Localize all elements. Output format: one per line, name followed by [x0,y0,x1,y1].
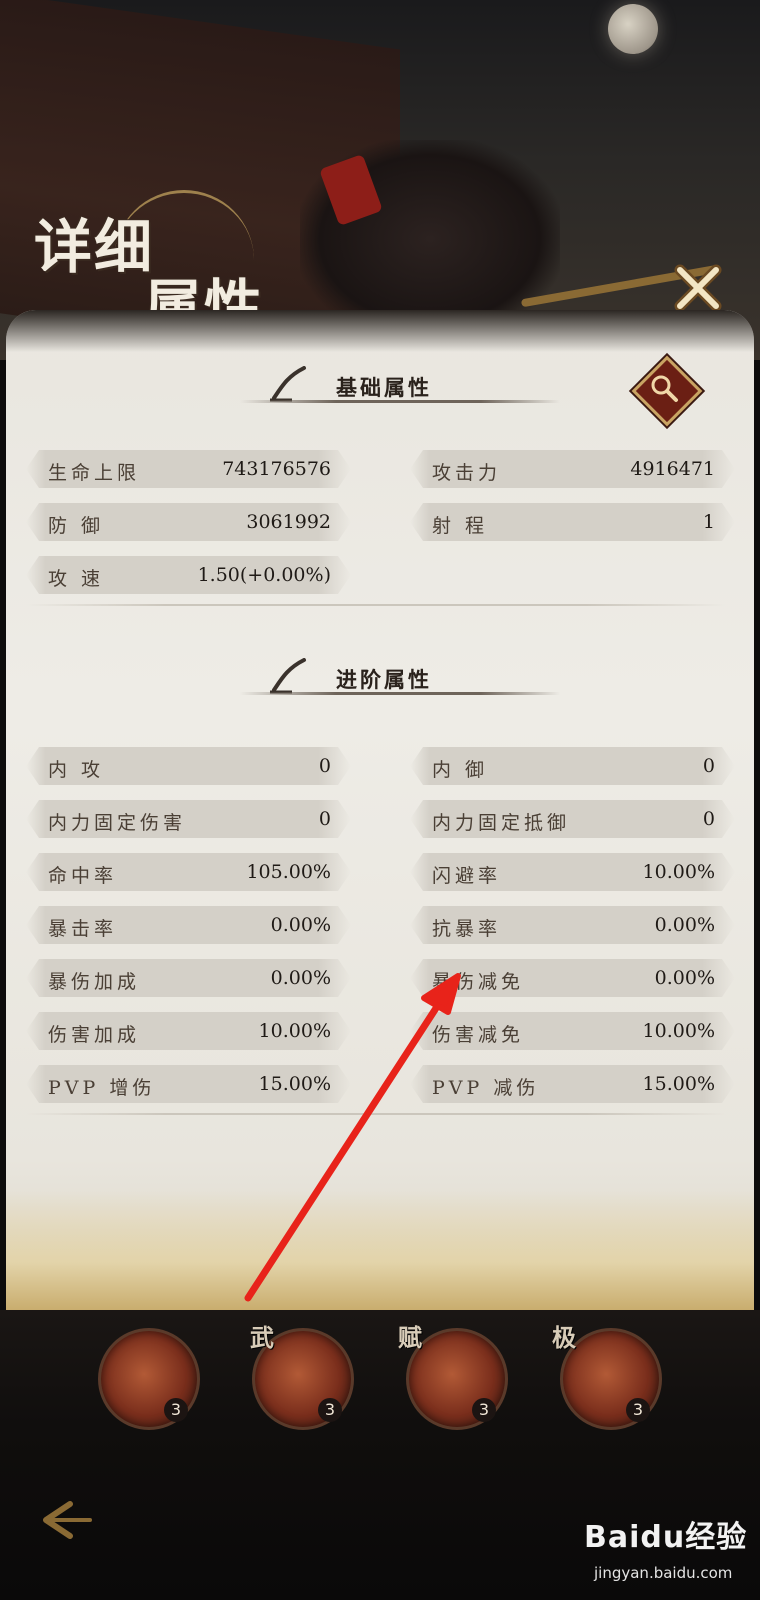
stat-value: 1 [702,511,715,533]
baidu-watermark: Baidu经验 jingyan.baidu.com [580,1508,760,1598]
stat-value: 0 [702,808,715,830]
search-icon [651,375,678,402]
stat-damage-reduction: 伤害减免 10.00% [410,1012,735,1050]
skill-level-badge: 3 [318,1398,342,1422]
stat-internal-defense: 内 御 0 [410,747,735,785]
watermark-brand: Baidu经验 [584,1520,748,1555]
stat-name: 内力固定抵御 [432,812,571,834]
stat-range: 射 程 1 [410,503,735,541]
brush-icon [270,366,306,402]
header-underline [240,400,560,403]
close-button[interactable] [668,258,728,318]
basic-attributes-title: 基础属性 [336,375,432,400]
watermark-site: jingyan.baidu.com [594,1564,733,1582]
stat-value: 10.00% [258,1020,331,1042]
panel-bottom-ornament [6,1190,754,1310]
stat-value: 0.00% [654,914,715,936]
stat-name: 命中率 [48,865,118,887]
stat-value: 743176576 [222,458,331,480]
page-title-line1: 详细 [34,213,155,281]
skill-tag: 极 [552,1323,576,1352]
stat-name: 内力固定伤害 [48,812,187,834]
stat-name: PVP 减伤 [432,1077,540,1099]
stat-value: 0.00% [654,967,715,989]
stat-value: 0.00% [270,914,331,936]
stat-max-hp: 生命上限 743176576 [26,450,351,488]
moon-icon [608,4,658,54]
stat-name: 暴伤减免 [432,971,525,993]
stat-damage-bonus: 伤害加成 10.00% [26,1012,351,1050]
brush-icon [270,658,306,694]
stat-hit-rate: 命中率 105.00% [26,853,351,891]
stat-name: 闪避率 [432,865,502,887]
stat-name: 伤害加成 [48,1024,141,1046]
stat-defense: 防 御 3061992 [26,503,351,541]
stat-crit-resist: 抗暴率 0.00% [410,906,735,944]
stat-value: 3061992 [246,511,331,533]
stat-name: PVP 增伤 [48,1077,156,1099]
section-divider [26,604,726,606]
stat-value: 4916471 [630,458,715,480]
stat-internal-fixed-resist: 内力固定抵御 0 [410,800,735,838]
stat-name: 暴击率 [48,918,118,940]
back-arrow-icon[interactable] [34,1498,94,1542]
section-divider [26,1113,726,1115]
panel-top-border [6,310,754,352]
stat-name: 暴伤加成 [48,971,141,993]
search-button[interactable] [631,355,703,427]
stat-internal-attack: 内 攻 0 [26,747,351,785]
stat-name: 攻击力 [432,462,502,484]
stat-name: 生命上限 [48,462,141,484]
advanced-attributes-title: 进阶属性 [336,667,432,692]
skill-level-badge: 3 [626,1398,650,1422]
stat-value: 0 [318,808,331,830]
stat-value: 0 [318,755,331,777]
stat-internal-fixed-damage: 内力固定伤害 0 [26,800,351,838]
stat-crit-damage-reduction: 暴伤减免 0.00% [410,959,735,997]
stat-attack-speed: 攻 速 1.50(+0.00%) [26,556,351,594]
stat-value: 1.50(+0.00%) [197,564,331,586]
stat-value: 0 [702,755,715,777]
stat-attack: 攻击力 4916471 [410,450,735,488]
stat-name: 伤害减免 [432,1024,525,1046]
stat-pvp-damage-reduction: PVP 减伤 15.00% [410,1065,735,1103]
skill-level-badge: 3 [164,1398,188,1422]
header-underline [240,692,560,695]
skill-tag: 武 [250,1323,274,1352]
stat-value: 15.00% [642,1073,715,1095]
stat-name: 抗暴率 [432,918,502,940]
stat-value: 0.00% [270,967,331,989]
stat-value: 105.00% [246,861,331,883]
page-title: 详细 属性 [24,190,264,341]
stat-pvp-damage-bonus: PVP 增伤 15.00% [26,1065,351,1103]
stat-name: 射 程 [432,515,489,537]
close-icon [674,264,722,312]
stat-value: 15.00% [258,1073,331,1095]
skill-level-badge: 3 [472,1398,496,1422]
stat-crit-damage-bonus: 暴伤加成 0.00% [26,959,351,997]
stat-name: 攻 速 [48,568,105,590]
stat-name: 防 御 [48,515,105,537]
skill-tag: 赋 [398,1323,422,1352]
stat-name: 内 御 [432,759,489,781]
basic-attributes-header: 基础属性 [240,364,560,414]
stat-dodge-rate: 闪避率 10.00% [410,853,735,891]
stat-name: 内 攻 [48,759,105,781]
stat-value: 10.00% [642,861,715,883]
stat-value: 10.00% [642,1020,715,1042]
stat-crit-rate: 暴击率 0.00% [26,906,351,944]
game-scene: 详细 属性 基础属性 生命上限 743176576 攻击力 4916471 防 … [0,0,760,1600]
advanced-attributes-header: 进阶属性 [240,656,560,706]
